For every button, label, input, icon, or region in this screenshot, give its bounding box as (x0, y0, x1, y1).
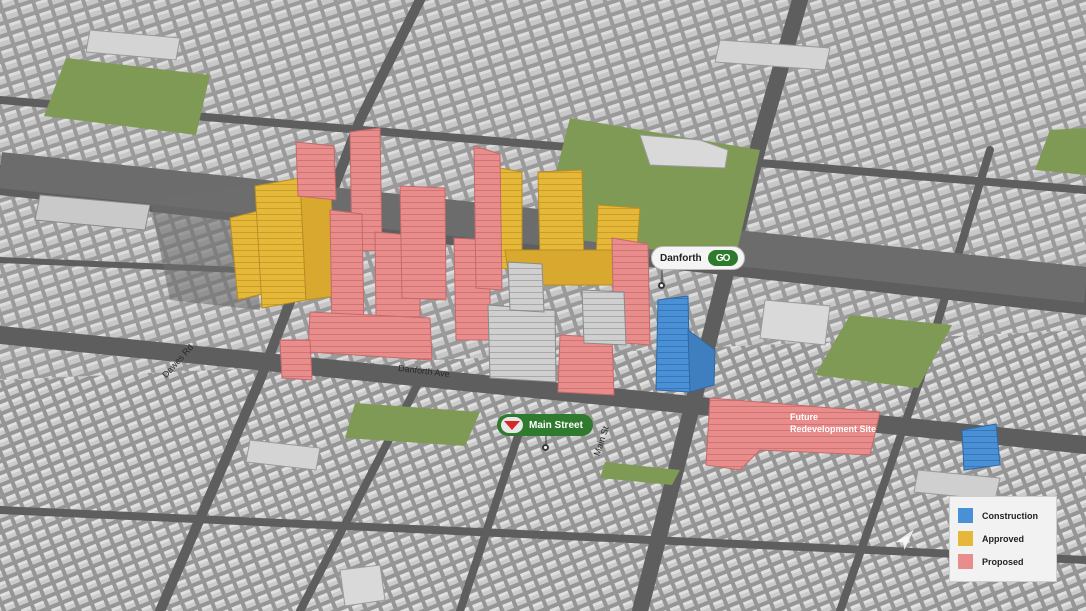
ttc-subway-icon (501, 417, 523, 433)
go-transit-logo-icon: GO (707, 250, 738, 266)
proposed-swatch (958, 554, 973, 569)
future-site-line-1: Future (790, 412, 818, 422)
main-street-station-label[interactable]: Main Street (497, 414, 593, 436)
legend-item-approved: Approved (958, 527, 1048, 550)
future-site-line-2: Redevelopment Site (790, 424, 877, 434)
main-street-station-name: Main Street (529, 419, 583, 431)
legend-label: Construction (982, 510, 1038, 521)
main-street-station-pin (542, 444, 549, 451)
approved-swatch (958, 531, 973, 546)
construction-swatch (958, 508, 973, 523)
legend-item-proposed: Proposed (958, 550, 1048, 573)
legend-item-construction: Construction (958, 504, 1048, 527)
legend-label: Approved (982, 533, 1025, 544)
map-legend: Construction Approved Proposed (949, 496, 1057, 582)
danforth-go-station-label[interactable]: Danforth GO (651, 246, 745, 270)
aerial-3d-map (0, 0, 1086, 611)
legend-label: Proposed (982, 556, 1024, 567)
danforth-station-name: Danforth (660, 252, 702, 264)
danforth-station-pin (658, 282, 665, 289)
future-redevelopment-site-label: Future Redevelopment Site (790, 411, 876, 435)
